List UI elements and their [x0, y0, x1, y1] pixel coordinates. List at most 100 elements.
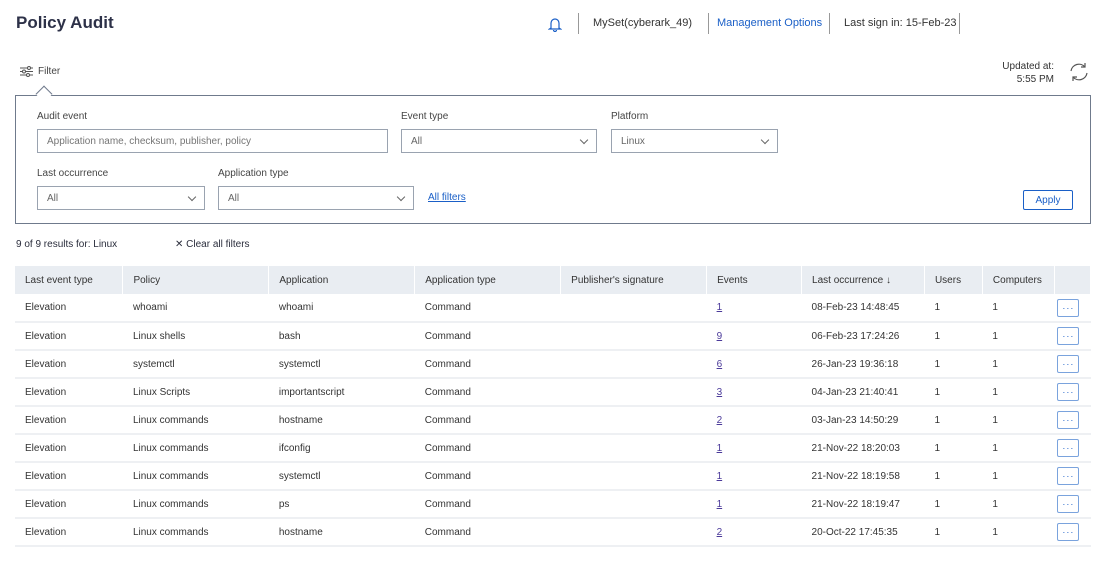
- more-actions-button[interactable]: ···: [1057, 495, 1080, 513]
- event-type-select[interactable]: All: [401, 129, 597, 153]
- clear-all-filters-button[interactable]: ✕ Clear all filters: [175, 239, 250, 250]
- cell-actions: ···: [1054, 490, 1091, 519]
- table-row[interactable]: Elevation Linux commands systemctl Command 1…: [15, 462, 1091, 491]
- column-header-application[interactable]: Application: [268, 266, 416, 294]
- more-actions-button[interactable]: ···: [1057, 467, 1080, 485]
- cell-computers: 1: [982, 490, 1055, 519]
- cell-text: 1: [992, 330, 998, 342]
- application-type-select[interactable]: All: [218, 186, 414, 210]
- cell-text: Elevation: [25, 414, 67, 426]
- cell-last-occurrence: 06-Feb-23 17:24:26: [801, 322, 925, 351]
- divider: [959, 13, 960, 34]
- table-row[interactable]: Elevation whoami whoami Command 1 08-Feb-23 1…: [15, 294, 1091, 323]
- events-link[interactable]: 1: [717, 471, 723, 482]
- platform-select[interactable]: Linux: [611, 129, 778, 153]
- cell-text: Elevation: [25, 470, 67, 482]
- cell-text: whoami: [278, 302, 314, 313]
- cell-text: ps: [278, 498, 290, 510]
- cell-text: Elevation: [25, 498, 67, 510]
- column-header-computers[interactable]: Computers: [982, 266, 1055, 294]
- apply-button[interactable]: Apply: [1023, 190, 1073, 210]
- refresh-icon[interactable]: [1068, 62, 1090, 82]
- cell-text: 1: [992, 386, 998, 398]
- column-header-policy[interactable]: Policy: [122, 266, 270, 294]
- cell-text: Command: [424, 358, 471, 370]
- events-link[interactable]: 1: [717, 443, 723, 454]
- table-row[interactable]: Elevation Linux commands hostname Command 2 2…: [15, 518, 1091, 547]
- column-header-last-occurrence[interactable]: Last occurrence ↓: [801, 266, 925, 294]
- column-header-last-event-type[interactable]: Last event type: [15, 266, 124, 294]
- table-row[interactable]: Elevation Linux Scripts importantscript Com…: [15, 378, 1091, 407]
- cell-text: Elevation: [25, 386, 67, 398]
- more-actions-button[interactable]: ···: [1057, 383, 1080, 401]
- cell-text: Command: [424, 414, 471, 426]
- cell-application: importantscript: [268, 378, 415, 407]
- events-link[interactable]: 1: [717, 302, 723, 313]
- cell-text: Command: [424, 470, 471, 482]
- cell-text: 1: [992, 414, 998, 426]
- cell-text: 1: [934, 526, 941, 538]
- cell-application: systemctl: [268, 462, 415, 491]
- events-link[interactable]: 2: [717, 527, 723, 538]
- cell-last-occurrence: 03-Jan-23 14:50:29: [801, 406, 925, 435]
- more-actions-button[interactable]: ···: [1057, 327, 1080, 345]
- events-link[interactable]: 2: [717, 415, 723, 426]
- cell-computers: 1: [982, 462, 1055, 491]
- cell-application: hostname: [268, 406, 415, 435]
- cell-application-type: Command: [414, 462, 561, 491]
- bell-icon[interactable]: [548, 16, 562, 32]
- column-header-application-type[interactable]: Application type: [414, 266, 562, 294]
- table-row[interactable]: Elevation systemctl systemctl Command 6 26-Ja…: [15, 350, 1091, 379]
- application-type-value: All: [228, 192, 240, 204]
- cell-text: Linux commands: [132, 498, 209, 510]
- more-actions-button[interactable]: ···: [1057, 439, 1080, 457]
- table-row[interactable]: Elevation Linux shells bash Command 9 06-Feb-…: [15, 322, 1091, 351]
- table-row[interactable]: Elevation Linux commands hostname Command 2 0…: [15, 406, 1091, 435]
- filter-toggle[interactable]: Filter: [20, 66, 60, 77]
- cell-text: Command: [424, 526, 471, 538]
- cell-text: 1: [992, 358, 998, 370]
- cell-publisher-signature: [560, 462, 707, 491]
- table-row[interactable]: Elevation Linux commands ifconfig Command 1 2…: [15, 434, 1091, 463]
- last-occurrence-select[interactable]: All: [37, 186, 205, 210]
- more-actions-button[interactable]: ···: [1057, 411, 1080, 429]
- cell-publisher-signature: [560, 322, 707, 351]
- cell-text: systemctl: [278, 358, 321, 370]
- cell-text: 21-Nov-22 18:20:03: [811, 442, 900, 454]
- cell-application-type: Command: [414, 322, 561, 351]
- more-actions-button[interactable]: ···: [1057, 523, 1080, 541]
- all-filters-link[interactable]: All filters: [428, 192, 466, 203]
- cell-policy: whoami: [122, 294, 269, 323]
- cell-actions: ···: [1054, 294, 1091, 323]
- events-link[interactable]: 3: [717, 387, 723, 398]
- events-link[interactable]: 6: [717, 359, 723, 370]
- column-header-users[interactable]: Users: [924, 266, 983, 294]
- cell-actions: ···: [1054, 350, 1091, 379]
- column-header-publisher-signature[interactable]: Publisher's signature: [560, 266, 708, 294]
- audit-event-input[interactable]: [37, 129, 388, 153]
- cell-users: 1: [924, 462, 983, 491]
- more-actions-button[interactable]: ···: [1057, 298, 1080, 317]
- cell-text: 21-Nov-22 18:19:47: [811, 498, 900, 510]
- column-header-events[interactable]: Events: [706, 266, 803, 294]
- cell-text: importantscript: [278, 386, 345, 398]
- more-actions-button[interactable]: ···: [1057, 355, 1080, 373]
- set-selector[interactable]: MySet(cyberark_49): [593, 17, 692, 29]
- cell-application: hostname: [268, 518, 415, 547]
- cell-last-event-type: Elevation: [15, 462, 123, 491]
- management-options-link[interactable]: Management Options: [717, 17, 822, 29]
- cell-text: Elevation: [25, 302, 67, 313]
- cell-text: bash: [278, 330, 301, 342]
- cell-publisher-signature: [560, 518, 707, 547]
- cell-text: Linux commands: [132, 414, 209, 426]
- cell-users: 1: [924, 378, 983, 407]
- cell-application-type: Command: [414, 378, 561, 407]
- events-link[interactable]: 1: [717, 499, 723, 510]
- cell-text: Linux commands: [132, 526, 209, 538]
- cell-text: 1: [934, 442, 941, 454]
- cell-application: ifconfig: [268, 434, 415, 463]
- table-row[interactable]: Elevation Linux commands ps Command 1 21-Nov-…: [15, 490, 1091, 519]
- events-link[interactable]: 9: [717, 331, 723, 342]
- cell-text: 21-Nov-22 18:19:58: [811, 470, 900, 482]
- cell-events: 1: [706, 462, 802, 491]
